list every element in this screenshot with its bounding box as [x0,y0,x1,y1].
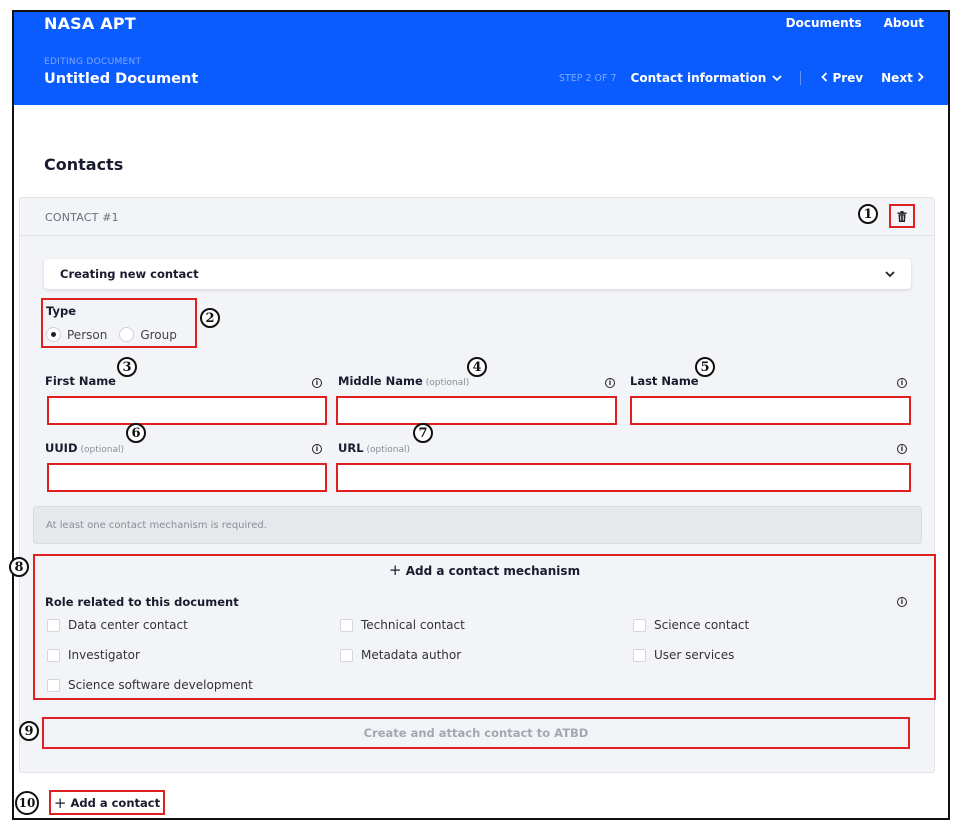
callout-10: 10 [15,791,39,815]
info-icon[interactable]: i [605,378,615,388]
step-dropdown[interactable]: Contact information [631,71,802,85]
step-navigator: STEP 2 OF 7 Contact information Prev Nex… [559,71,924,85]
contact-card: CONTACT #1 Creating new contact Type Per… [19,197,936,773]
role-option[interactable]: Science software development [47,678,253,692]
info-icon[interactable]: i [897,597,907,607]
role-section-title: Role related to this document [45,595,239,609]
next-label: Next [881,71,913,85]
app-frame: NASA APT Documents About EDITING DOCUMEN… [12,10,950,820]
editing-label: EDITING DOCUMENT [44,57,142,67]
url-input[interactable] [336,463,911,492]
radio-group[interactable] [119,327,135,342]
contact-number-label: CONTACT #1 [45,211,119,224]
radio-group-label: Group [140,327,177,342]
brand-logo[interactable]: NASA APT [44,14,136,33]
chevron-down-icon [772,74,782,81]
uuid-label: UUID (optional) [45,441,125,455]
role-option[interactable]: Technical contact [340,618,465,632]
role-option[interactable]: User services [633,648,734,662]
callout-7: 7 [413,423,433,443]
plus-icon: + [388,561,402,579]
page-title: Contacts [44,155,124,174]
first-name-label: First Name [45,374,116,388]
info-icon[interactable]: i [312,378,322,388]
delete-contact-button[interactable] [889,204,915,228]
step-count: STEP 2 OF 7 [558,72,617,84]
contact-select-value: Creating new contact [60,267,199,281]
role-option[interactable]: Data center contact [47,618,188,632]
type-label: Type [46,304,77,318]
add-mechanism-label: Add a contact mechanism [405,564,581,578]
step-name: Contact information [630,71,767,85]
contact-mechanism-notice: At least one contact mechanism is requir… [33,506,922,544]
role-checkbox[interactable] [633,618,646,632]
contact-select[interactable]: Creating new contact [44,259,911,289]
document-title: Untitled Document [44,71,199,87]
last-name-input[interactable] [630,396,911,425]
callout-5: 5 [695,357,715,377]
add-contact-label: Add a contact [70,795,161,810]
contact-type-group: Type Person Group [41,298,197,348]
callout-2: 2 [200,308,220,328]
middle-name-label: Middle Name (optional) [338,374,470,388]
callout-1: 1 [858,204,878,224]
role-option[interactable]: Metadata author [340,648,461,662]
url-label: URL (optional) [338,441,411,455]
radio-person-label: Person [67,327,108,342]
add-contact-button[interactable]: + Add a contact [49,790,165,815]
last-name-label: Last Name [630,374,699,388]
prev-next-nav: Prev Next [801,71,924,85]
callout-4: 4 [467,357,487,377]
add-contact-mechanism-button[interactable]: + Add a contact mechanism [35,561,934,579]
contact-mechanism-section: + Add a contact mechanism Role related t… [33,554,936,700]
top-nav: Documents About [786,16,924,30]
nav-documents[interactable]: Documents [786,16,862,30]
callout-9: 9 [19,721,39,741]
contact-card-header: CONTACT #1 [20,198,934,236]
info-icon[interactable]: i [897,378,907,388]
role-checkbox[interactable] [47,678,60,692]
prev-label: Prev [832,71,864,85]
role-option[interactable]: Science contact [633,618,749,632]
callout-3: 3 [117,357,137,377]
role-checkbox[interactable] [340,648,353,662]
role-option[interactable]: Investigator [47,648,140,662]
info-icon[interactable]: i [897,444,907,454]
callout-8: 8 [9,557,29,577]
create-contact-button[interactable]: Create and attach contact to ATBD [42,717,910,749]
info-icon[interactable]: i [312,444,322,454]
chevron-right-icon [917,72,924,82]
callout-6: 6 [126,423,146,443]
role-checkbox[interactable] [47,648,60,662]
prev-button[interactable]: Prev [821,71,863,85]
nav-about[interactable]: About [884,16,924,30]
role-checkbox[interactable] [633,648,646,662]
chevron-down-icon [885,270,895,277]
trash-icon [897,210,907,222]
first-name-input[interactable] [47,396,327,425]
plus-icon: + [53,793,67,812]
chevron-left-icon [821,72,828,82]
type-radio-row: Person Group [46,327,177,342]
role-checkbox[interactable] [47,618,60,632]
next-button[interactable]: Next [881,71,924,85]
radio-person[interactable] [46,327,61,342]
uuid-input[interactable] [47,463,327,492]
app-header: NASA APT Documents About EDITING DOCUMEN… [14,12,948,105]
middle-name-input[interactable] [336,396,617,425]
role-checkbox[interactable] [340,618,353,632]
